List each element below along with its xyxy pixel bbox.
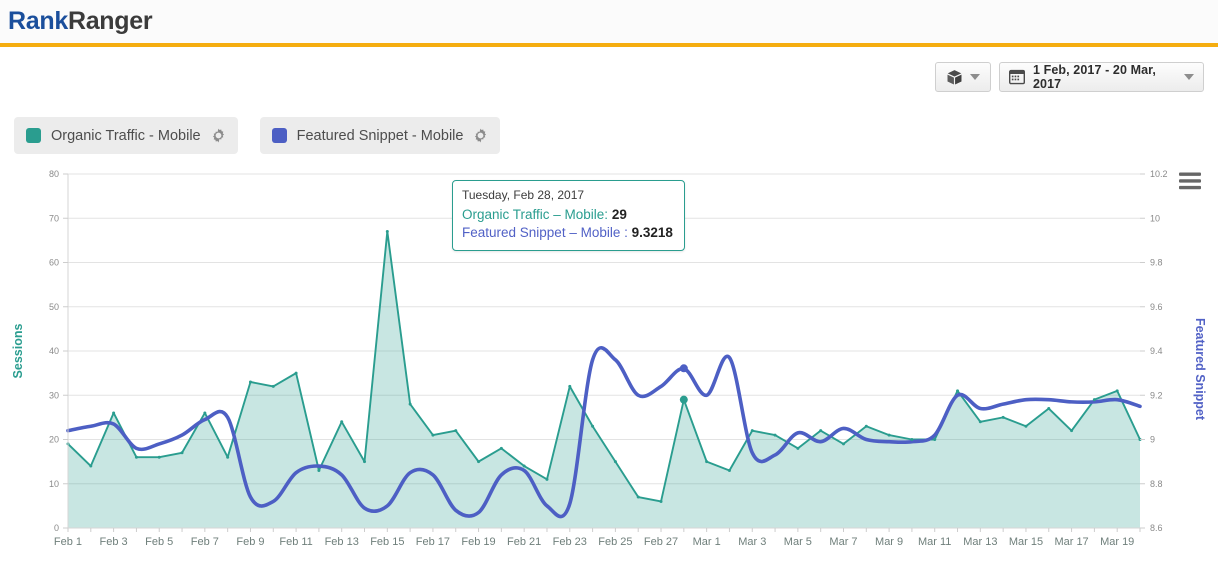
svg-text:Mar 9: Mar 9 [875,536,903,548]
svg-text:Feb 5: Feb 5 [145,536,173,548]
legend-chip-featured-snippet-mobile[interactable]: Featured Snippet - Mobile [260,117,501,154]
brand-logo[interactable]: RankRanger [8,7,152,36]
svg-text:Feb 25: Feb 25 [598,536,632,548]
brand-logo-ranger: Ranger [68,7,152,35]
svg-text:8.8: 8.8 [1150,479,1163,489]
svg-text:Feb 23: Feb 23 [553,536,587,548]
hamburger-menu-icon[interactable] [1178,171,1202,191]
svg-text:Mar 15: Mar 15 [1009,536,1043,548]
svg-text:9.8: 9.8 [1150,258,1163,268]
gear-icon[interactable] [211,128,226,143]
app-header: RankRanger [0,0,1218,47]
x-axis: Feb 1 Feb 3 Feb 5 Feb 7 Feb 9 Feb 11 Feb 13 Feb… [54,528,1140,548]
svg-text:Mar 1: Mar 1 [693,536,721,548]
chevron-down-icon [1184,74,1194,80]
svg-text:Feb 27: Feb 27 [644,536,678,548]
svg-text:Mar 5: Mar 5 [784,536,812,548]
legend-label-organic: Organic Traffic - Mobile [51,128,201,144]
product-selector-button[interactable] [935,62,991,92]
svg-text:Feb 17: Feb 17 [416,536,450,548]
svg-text:Feb 11: Feb 11 [279,536,312,548]
right-axis-title: Featured Snippet [1193,318,1207,421]
tooltip-organic-value: 29 [612,207,627,222]
brand-logo-rank: Rank [8,7,68,35]
svg-text:Mar 19: Mar 19 [1100,536,1134,548]
svg-text:Feb 15: Feb 15 [370,536,404,548]
svg-text:8.6: 8.6 [1150,523,1163,533]
svg-text:30: 30 [49,390,59,400]
svg-text:50: 50 [49,302,59,312]
svg-text:10: 10 [49,479,59,489]
left-axis-title: Sessions [11,324,25,379]
calendar-icon [1009,69,1025,85]
chevron-down-icon [970,74,980,80]
svg-text:10: 10 [1150,213,1160,223]
svg-text:9.2: 9.2 [1150,390,1163,400]
legend-chip-organic-traffic-mobile[interactable]: Organic Traffic - Mobile [14,117,238,154]
svg-text:Mar 13: Mar 13 [963,536,997,548]
legend-swatch-organic [26,128,41,143]
date-range-selector[interactable]: 1 Feb, 2017 - 20 Mar, 2017 [999,62,1204,92]
tooltip-snippet-label: Featured Snippet – Mobile : [462,225,628,240]
svg-text:70: 70 [49,213,59,223]
svg-text:Feb 3: Feb 3 [100,536,128,548]
svg-text:9.6: 9.6 [1150,302,1163,312]
legend-label-snippet: Featured Snippet - Mobile [297,128,464,144]
svg-text:Feb 7: Feb 7 [191,536,219,548]
svg-text:Mar 11: Mar 11 [918,536,951,548]
date-range-label: 1 Feb, 2017 - 20 Mar, 2017 [1033,63,1176,91]
svg-text:Mar 7: Mar 7 [829,536,857,548]
svg-text:Mar 17: Mar 17 [1054,536,1088,548]
svg-text:Feb 9: Feb 9 [236,536,264,548]
svg-text:40: 40 [49,346,59,356]
legend-swatch-snippet [272,128,287,143]
tooltip-date: Tuesday, Feb 28, 2017 [462,188,673,204]
tooltip-snippet-value: 9.3218 [632,225,673,240]
chart-tooltip: Tuesday, Feb 28, 2017 Organic Traffic – … [452,180,685,251]
tooltip-row-organic: Organic Traffic – Mobile: 29 [462,206,673,224]
svg-text:Mar 3: Mar 3 [738,536,766,548]
gear-icon[interactable] [473,128,488,143]
toolbar: 1 Feb, 2017 - 20 Mar, 2017 [935,62,1204,92]
svg-text:10.2: 10.2 [1150,169,1168,179]
organic-traffic-area [68,232,1140,528]
series-legend: Organic Traffic - Mobile Featured Snippe… [14,117,500,154]
svg-text:20: 20 [49,435,59,445]
svg-text:Feb 13: Feb 13 [325,536,359,548]
left-axis: 0 10 20 30 40 50 60 70 80 [49,169,68,533]
tooltip-row-snippet: Featured Snippet – Mobile : 9.3218 [462,224,673,242]
svg-text:9: 9 [1150,435,1155,445]
svg-text:0: 0 [54,523,59,533]
cube-icon [946,69,963,86]
tooltip-organic-label: Organic Traffic – Mobile: [462,207,608,222]
svg-text:Feb 21: Feb 21 [507,536,541,548]
axis-titles: Sessions Featured Snippet [11,318,1207,421]
svg-text:Feb 1: Feb 1 [54,536,82,548]
svg-text:9.4: 9.4 [1150,346,1163,356]
svg-text:60: 60 [49,258,59,268]
right-axis: 8.6 8.8 9 9.2 9.4 9.6 9.8 10 10.2 [1140,169,1168,533]
highlighted-data-points [680,364,688,403]
svg-text:Feb 19: Feb 19 [461,536,495,548]
svg-text:80: 80 [49,169,59,179]
